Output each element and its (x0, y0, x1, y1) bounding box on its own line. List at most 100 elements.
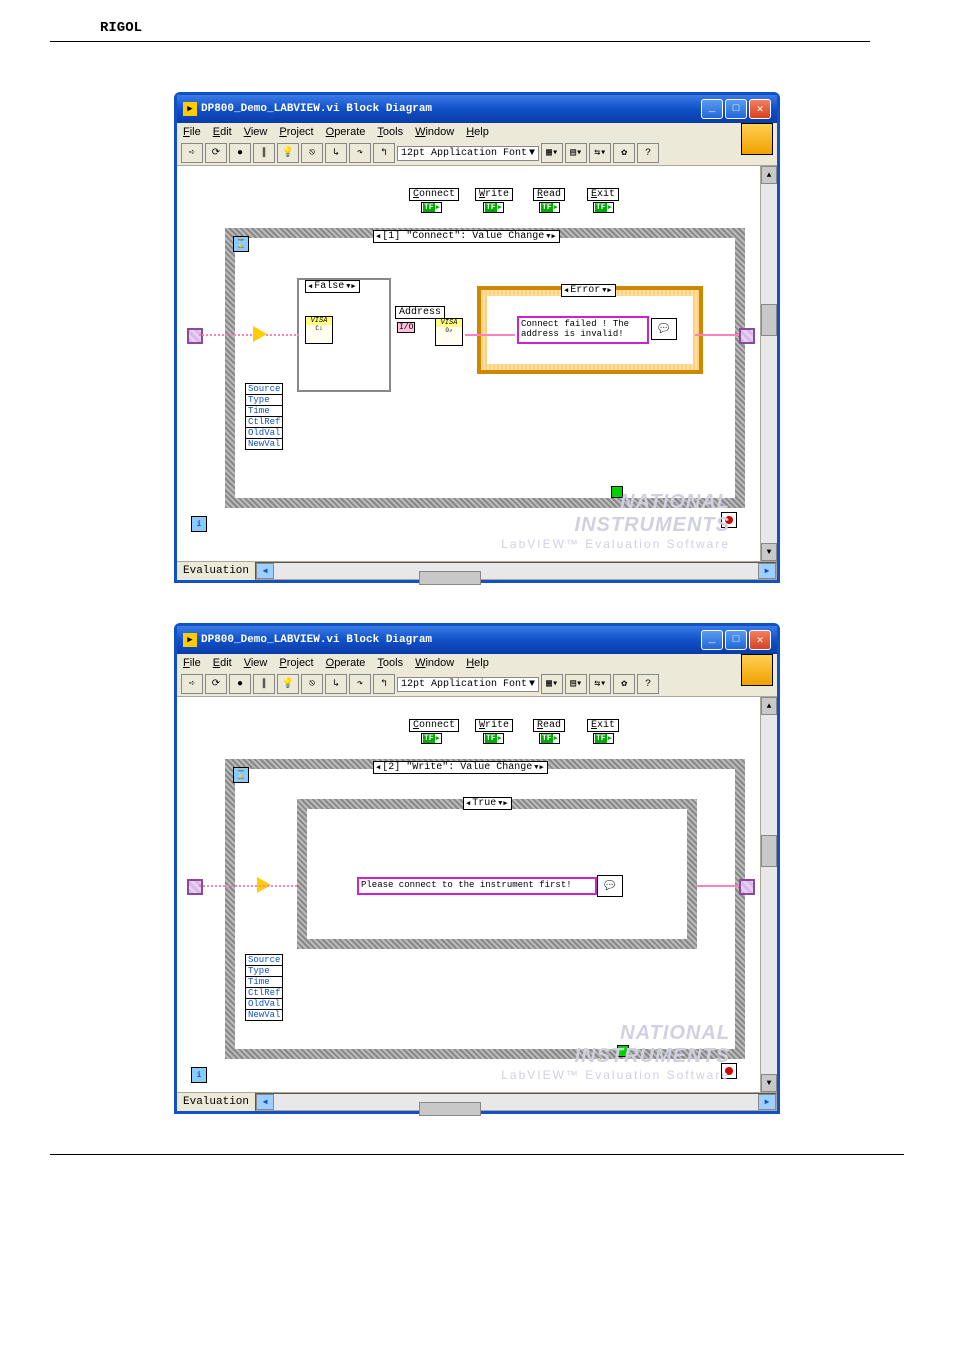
diagram-canvas[interactable]: Connect Write Read Exit ⌛ [2] "Write": V… (177, 697, 760, 1092)
menu-view[interactable]: View (244, 126, 268, 138)
menubar[interactable]: File Edit View Project Operate Tools Win… (177, 654, 777, 672)
retain-button[interactable]: ⎋ (301, 143, 323, 163)
menu-operate[interactable]: Operate (326, 126, 366, 138)
highlight-button[interactable]: 💡 (277, 674, 299, 694)
menu-tools[interactable]: Tools (377, 126, 403, 138)
menu-project[interactable]: Project (279, 126, 313, 138)
vertical-scrollbar[interactable]: ▲ ▼ (760, 166, 777, 561)
scroll-right-icon[interactable]: ▶ (758, 563, 776, 579)
vertical-scrollbar[interactable]: ▲ ▼ (760, 697, 777, 1092)
write-button-node[interactable]: Write (475, 188, 513, 201)
close-button[interactable]: ✕ (749, 630, 771, 650)
read-button-node[interactable]: Read (533, 719, 565, 732)
inner-case-selector[interactable]: True (463, 797, 512, 810)
reorder-button[interactable]: ⇆▾ (589, 674, 611, 694)
scroll-thumb[interactable] (761, 304, 777, 336)
minimize-button[interactable]: _ (701, 99, 723, 119)
hscroll-thumb[interactable] (419, 571, 481, 585)
close-button[interactable]: ✕ (749, 99, 771, 119)
maximize-button[interactable]: □ (725, 99, 747, 119)
pause-button[interactable]: ∥ (253, 143, 275, 163)
run-button[interactable]: ➪ (181, 674, 203, 694)
scroll-left-icon[interactable]: ◀ (256, 563, 274, 579)
font-selector[interactable]: 12pt Application Font▼ (397, 146, 539, 161)
write-button-node[interactable]: Write (475, 719, 513, 732)
menu-view[interactable]: View (244, 657, 268, 669)
titlebar[interactable]: ▶ DP800_Demo_LABVIEW.vi Block Diagram _ … (177, 626, 777, 654)
retain-button[interactable]: ⎋ (301, 674, 323, 694)
cleanup-button[interactable]: ✿ (613, 674, 635, 694)
help-button[interactable]: ? (637, 674, 659, 694)
distribute-button[interactable]: ▤▾ (565, 143, 587, 163)
step-into-button[interactable]: ↳ (325, 674, 347, 694)
dialog-icon[interactable]: 💬 (597, 875, 623, 897)
diagram-canvas[interactable]: Connect Write Read Exit ⌛ [1] "Connect":… (177, 166, 760, 561)
error-selector[interactable]: Error (561, 284, 616, 297)
menu-tools[interactable]: Tools (377, 657, 403, 669)
menu-edit[interactable]: Edit (213, 126, 232, 138)
abort-button[interactable]: ● (229, 143, 251, 163)
step-out-button[interactable]: ↰ (373, 674, 395, 694)
scroll-up-icon[interactable]: ▲ (761, 166, 777, 184)
scroll-up-icon[interactable]: ▲ (761, 697, 777, 715)
scroll-thumb[interactable] (761, 835, 777, 867)
reorder-button[interactable]: ⇆▾ (589, 143, 611, 163)
step-over-button[interactable]: ↷ (349, 674, 371, 694)
menu-edit[interactable]: Edit (213, 657, 232, 669)
highlight-button[interactable]: 💡 (277, 143, 299, 163)
menu-file[interactable]: File (183, 657, 201, 669)
align-button[interactable]: ▦▾ (541, 674, 563, 694)
dialog-icon[interactable]: 💬 (651, 318, 677, 340)
visa-open-node[interactable]: VISA0⇗ (435, 318, 463, 346)
horizontal-scrollbar[interactable]: ◀ ▶ (255, 562, 777, 580)
event-case-selector[interactable]: [2] "Write": Value Change (373, 761, 548, 774)
align-button[interactable]: ▦▾ (541, 143, 563, 163)
scroll-right-icon[interactable]: ▶ (758, 1094, 776, 1110)
font-selector[interactable]: 12pt Application Font▼ (397, 677, 539, 692)
wire (199, 334, 299, 337)
menu-help[interactable]: Help (466, 126, 489, 138)
visa-node-1[interactable]: VISAC⇩ (305, 316, 333, 344)
scroll-left-icon[interactable]: ◀ (256, 1094, 274, 1110)
step-into-button[interactable]: ↳ (325, 143, 347, 163)
menu-project[interactable]: Project (279, 657, 313, 669)
iteration-terminal: i (191, 516, 207, 532)
inner-case-selector[interactable]: False (305, 280, 360, 293)
maximize-button[interactable]: □ (725, 630, 747, 650)
connect-button-node[interactable]: Connect (409, 188, 459, 201)
menu-window[interactable]: Window (415, 657, 454, 669)
hscroll-thumb[interactable] (419, 1102, 481, 1116)
distribute-button[interactable]: ▤▾ (565, 674, 587, 694)
connect-button-node[interactable]: Connect (409, 719, 459, 732)
titlebar[interactable]: ▶ DP800_Demo_LABVIEW.vi Block Diagram _ … (177, 95, 777, 123)
vi-icon[interactable] (741, 654, 773, 686)
menu-help[interactable]: Help (466, 657, 489, 669)
constant-true (617, 1045, 629, 1057)
pause-button[interactable]: ∥ (253, 674, 275, 694)
event-case-selector[interactable]: [1] "Connect": Value Change (373, 230, 560, 243)
exit-button-node[interactable]: Exit (587, 719, 619, 732)
run-continuous-button[interactable]: ⟳ (205, 674, 227, 694)
menu-file[interactable]: File (183, 126, 201, 138)
inner-case-structure[interactable] (297, 799, 697, 949)
step-over-button[interactable]: ↷ (349, 143, 371, 163)
menu-window[interactable]: Window (415, 126, 454, 138)
menu-operate[interactable]: Operate (326, 657, 366, 669)
exit-button-node[interactable]: Exit (587, 188, 619, 201)
run-continuous-button[interactable]: ⟳ (205, 143, 227, 163)
help-button[interactable]: ? (637, 143, 659, 163)
cleanup-button[interactable]: ✿ (613, 143, 635, 163)
read-button-node[interactable]: Read (533, 188, 565, 201)
write-terminal (483, 733, 504, 744)
vi-icon[interactable] (741, 123, 773, 155)
horizontal-scrollbar[interactable]: ◀ ▶ (255, 1093, 777, 1111)
scroll-down-icon[interactable]: ▼ (761, 543, 777, 561)
step-out-button[interactable]: ↰ (373, 143, 395, 163)
window-title: DP800_Demo_LABVIEW.vi Block Diagram (201, 103, 697, 115)
abort-button[interactable]: ● (229, 674, 251, 694)
run-button[interactable]: ➪ (181, 143, 203, 163)
select-node[interactable] (253, 326, 267, 342)
menubar[interactable]: File Edit View Project Operate Tools Win… (177, 123, 777, 141)
minimize-button[interactable]: _ (701, 630, 723, 650)
scroll-down-icon[interactable]: ▼ (761, 1074, 777, 1092)
